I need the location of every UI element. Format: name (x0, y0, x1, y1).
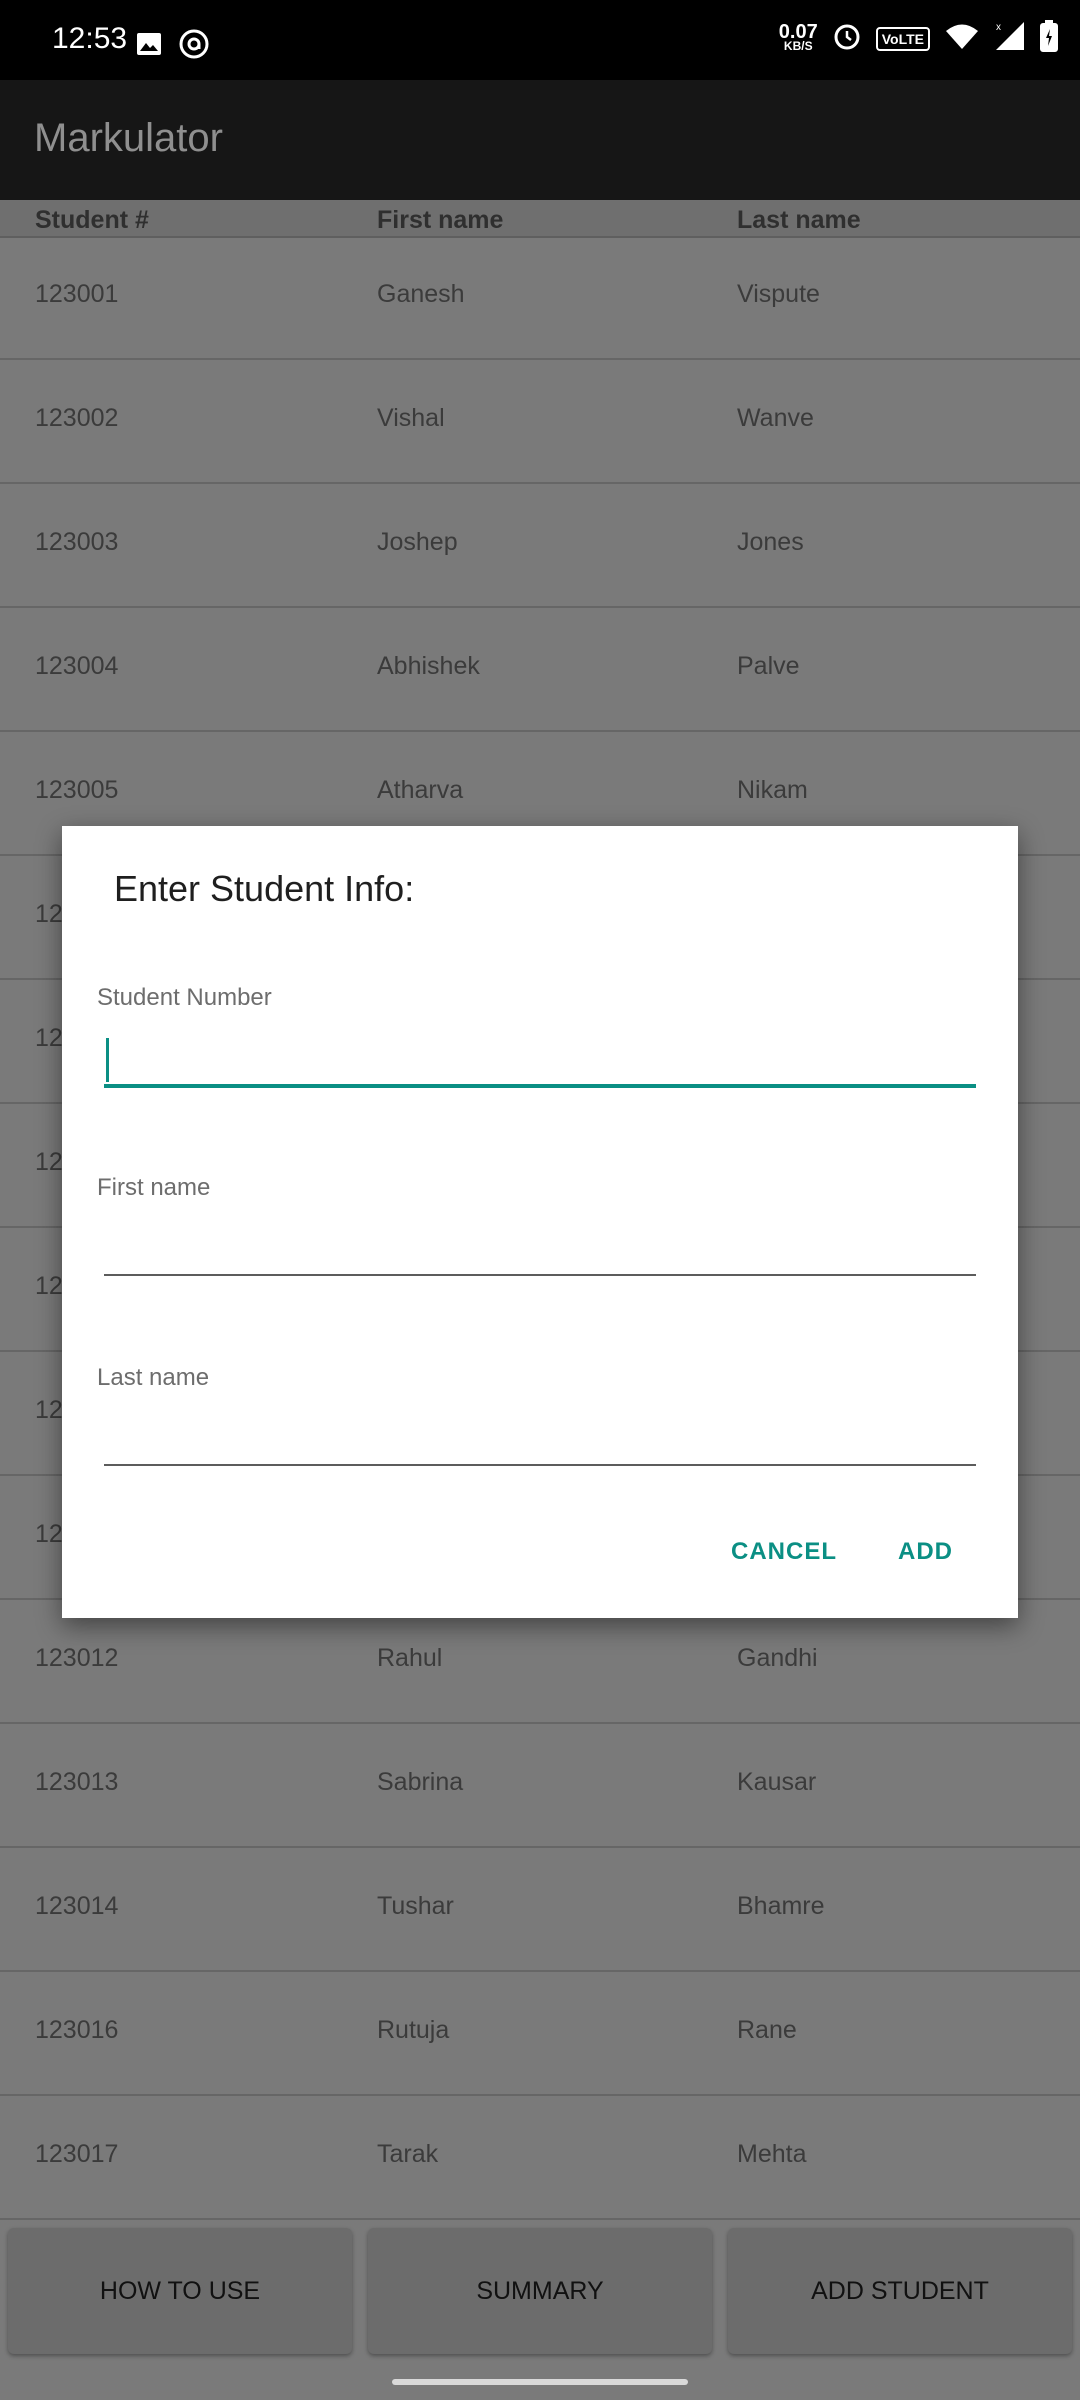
table-row[interactable]: 123004 Abhishek Palve (0, 608, 1080, 732)
student-number-cell: 123012 (35, 1644, 119, 1672)
alarm-icon (832, 21, 862, 56)
first-name-cell: Rutuja (377, 2016, 450, 2044)
last-name-label: Last name (97, 1364, 210, 1391)
last-name-cell: Mehta (737, 2140, 807, 2168)
at-sign-icon (178, 28, 210, 65)
last-name-field[interactable] (104, 1416, 976, 1466)
student-number-cell: 123013 (35, 1768, 119, 1796)
status-bar: 12:53 0.07 KB/S VoLTE x (0, 0, 1080, 80)
table-header: Student # First name Last name (0, 200, 1080, 238)
table-row[interactable]: 123003 Joshep Jones (0, 484, 1080, 608)
how-to-use-button[interactable]: HOW TO USE (8, 2228, 352, 2354)
first-name-field[interactable] (104, 1226, 976, 1276)
student-number-cell: 123005 (35, 776, 119, 804)
student-number-cell: 123016 (35, 2016, 119, 2044)
student-number-cell: 12 (35, 1520, 63, 1548)
cancel-button[interactable]: CANCEL (731, 1538, 837, 1566)
battery-icon (1040, 20, 1058, 57)
first-name-cell: Sabrina (377, 1768, 464, 1796)
last-name-cell: Kausar (737, 1768, 817, 1796)
student-number-cell: 12 (35, 1148, 63, 1176)
student-number-cell: 12 (35, 1396, 63, 1424)
last-name-cell: Vispute (737, 280, 820, 308)
student-number-cell: 12 (35, 900, 63, 928)
table-row[interactable]: 123002 Vishal Wanve (0, 360, 1080, 484)
last-name-cell: Bhamre (737, 1892, 825, 1920)
first-name-cell: Ganesh (377, 280, 465, 308)
table-row[interactable]: 123016 Rutuja Rane (0, 1972, 1080, 2096)
image-icon (136, 32, 162, 61)
student-number-cell: 123004 (35, 652, 119, 680)
student-number-label: Student Number (97, 984, 272, 1011)
last-name-cell: Jones (737, 528, 804, 556)
first-name-cell: Rahul (377, 1644, 443, 1672)
first-name-label: First name (97, 1174, 211, 1201)
svg-text:x: x (996, 22, 1001, 33)
last-name-cell: Gandhi (737, 1644, 818, 1672)
table-row[interactable]: 123012 Rahul Gandhi (0, 1600, 1080, 1724)
bottom-action-bar: HOW TO USE SUMMARY ADD STUDENT (0, 2222, 1080, 2362)
first-name-cell: Tarak (377, 2140, 439, 2168)
last-name-cell: Wanve (737, 404, 814, 432)
first-name-cell: Abhishek (377, 652, 480, 680)
gesture-navigation-bar[interactable] (392, 2379, 688, 2385)
first-name-cell: Joshep (377, 528, 458, 556)
student-number-field[interactable] (104, 1036, 976, 1088)
student-number-cell: 123003 (35, 528, 119, 556)
student-number-cell: 12 (35, 1024, 63, 1052)
volte-badge: VoLTE (875, 26, 930, 51)
column-header-first-name: First name (377, 206, 504, 234)
network-speed: 0.07 KB/S (778, 20, 818, 53)
app-bar: Markulator (0, 80, 1080, 200)
add-button[interactable]: ADD (898, 1538, 953, 1566)
table-row[interactable]: 123013 Sabrina Kausar (0, 1724, 1080, 1848)
last-name-cell: Rane (737, 2016, 797, 2044)
student-number-cell: 123014 (35, 1892, 119, 1920)
add-student-dialog: Enter Student Info: Student Number First… (62, 826, 1018, 1618)
table-row[interactable]: 123017 Tarak Mehta (0, 2096, 1080, 2220)
last-name-cell: Nikam (737, 776, 808, 804)
column-header-last-name: Last name (737, 206, 861, 234)
wifi-icon (944, 22, 980, 55)
summary-button[interactable]: SUMMARY (368, 2228, 712, 2354)
app-title: Markulator (34, 116, 223, 160)
student-number-cell: 123001 (35, 280, 119, 308)
column-header-student-number: Student # (35, 206, 149, 234)
first-name-cell: Vishal (377, 404, 445, 432)
last-name-cell: Palve (737, 652, 800, 680)
dialog-title: Enter Student Info: (114, 868, 415, 909)
first-name-cell: Tushar (377, 1892, 454, 1920)
student-number-cell: 123002 (35, 404, 119, 432)
student-number-cell: 12 (35, 1272, 63, 1300)
first-name-cell: Atharva (377, 776, 464, 804)
table-row[interactable]: 123001 Ganesh Vispute (0, 236, 1080, 360)
table-row[interactable]: 123014 Tushar Bhamre (0, 1848, 1080, 1972)
text-cursor (106, 1038, 109, 1082)
signal-icon: x (994, 20, 1026, 57)
status-time: 12:53 (52, 22, 128, 55)
add-student-button[interactable]: ADD STUDENT (728, 2228, 1072, 2354)
student-number-cell: 123017 (35, 2140, 119, 2168)
